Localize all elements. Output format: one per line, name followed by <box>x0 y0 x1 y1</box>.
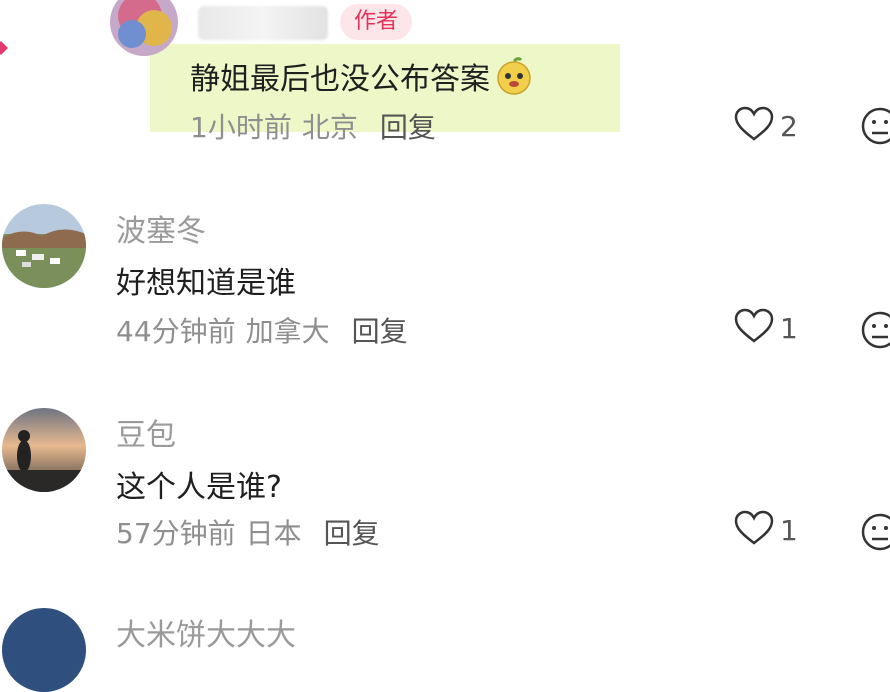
heart-outline-icon <box>734 510 774 550</box>
like-button[interactable]: 1 <box>734 510 798 550</box>
yellow-emoji-icon <box>494 56 534 96</box>
like-button[interactable]: 1 <box>734 308 798 348</box>
heart-outline-icon <box>734 106 774 146</box>
username-blurred <box>198 6 328 40</box>
comment-text: 这个人是谁? <box>116 470 282 505</box>
reply-button[interactable]: 回复 <box>352 310 408 350</box>
author-badge: 作者 <box>340 4 413 40</box>
collapse-arrow-icon[interactable] <box>0 40 8 55</box>
like-count: 2 <box>780 109 798 143</box>
avatar[interactable] <box>2 204 86 288</box>
like-count: 1 <box>780 513 798 547</box>
reply-button[interactable]: 回复 <box>380 106 436 146</box>
comment-location: 日本 <box>245 517 302 550</box>
comment-text-label: 静姐最后也没公布答案 <box>190 62 490 97</box>
comment-time: 1小时前 <box>190 111 292 144</box>
comment-time: 57分钟前 <box>116 517 236 550</box>
reply-button[interactable]: 回复 <box>324 512 380 552</box>
sad-face-icon[interactable] <box>860 310 890 354</box>
avatar[interactable] <box>2 608 86 692</box>
username[interactable]: 豆包 <box>116 410 176 454</box>
username[interactable]: 波塞冬 <box>116 206 206 250</box>
sad-face-icon[interactable] <box>860 106 890 150</box>
comment-text: 好想知道是谁 <box>116 266 296 301</box>
comment-location: 加拿大 <box>245 315 330 348</box>
sad-face-icon[interactable] <box>860 512 890 556</box>
comment-meta: 57分钟前 日本 回复 <box>116 512 380 552</box>
comment-text: 静姐最后也没公布答案 <box>190 54 534 98</box>
heart-outline-icon <box>734 308 774 348</box>
username[interactable]: 大米饼大大大 <box>116 610 296 654</box>
like-count: 1 <box>780 311 798 345</box>
comment-meta: 1小时前 北京 回复 <box>190 106 436 146</box>
comment-location: 北京 <box>301 111 358 144</box>
avatar[interactable] <box>2 408 86 492</box>
comment-meta: 44分钟前 加拿大 回复 <box>116 310 408 350</box>
like-button[interactable]: 2 <box>734 106 798 146</box>
comment-time: 44分钟前 <box>116 315 236 348</box>
